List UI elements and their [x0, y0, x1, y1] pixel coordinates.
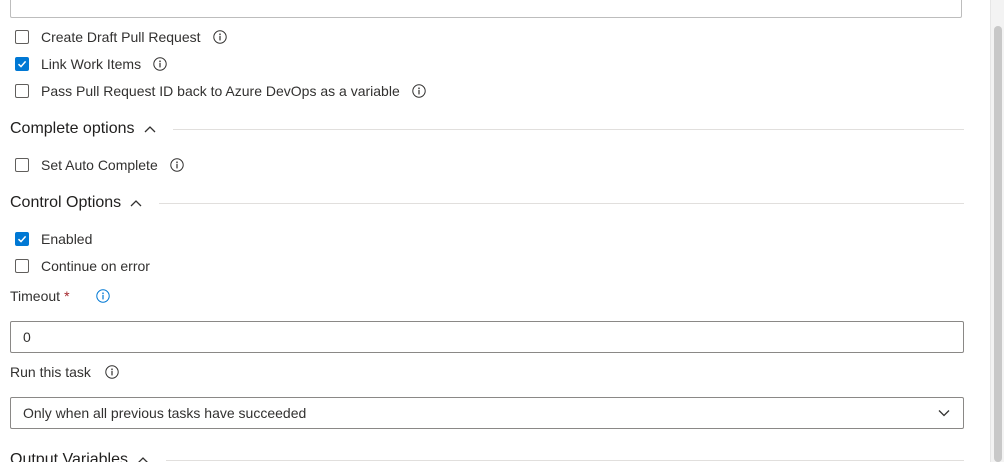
previous-field-input[interactable] — [10, 0, 962, 18]
pass-pr-id-checkbox[interactable] — [15, 84, 29, 98]
set-auto-complete-label: Set Auto Complete — [41, 157, 158, 173]
complete-options-title: Complete options — [10, 120, 135, 137]
run-this-task-label-row: Run this task — [10, 364, 119, 380]
control-options-title: Control Options — [10, 194, 122, 211]
complete-options-header[interactable]: Complete options — [10, 118, 964, 140]
timeout-label-row: Timeout * — [10, 288, 110, 304]
create-draft-pr-row[interactable]: Create Draft Pull Request — [15, 28, 227, 46]
create-draft-pr-checkbox[interactable] — [15, 30, 29, 44]
link-work-items-checkbox[interactable] — [15, 57, 29, 71]
chevron-up-icon[interactable] — [136, 453, 150, 462]
output-variables-title: Output Variables — [10, 451, 128, 462]
continue-on-error-checkbox[interactable] — [15, 259, 29, 273]
enabled-checkbox[interactable] — [15, 232, 29, 246]
link-work-items-label: Link Work Items — [41, 56, 142, 72]
chevron-up-icon[interactable] — [129, 196, 143, 210]
info-icon[interactable] — [212, 30, 227, 44]
enabled-label: Enabled — [41, 231, 93, 247]
output-variables-header[interactable]: Output Variables — [10, 449, 964, 462]
control-options-header[interactable]: Control Options — [10, 192, 964, 214]
timeout-label: Timeout — [10, 288, 61, 304]
section-divider — [166, 459, 964, 461]
task-settings-panel: Create Draft Pull Request Link Work Item… — [0, 0, 1004, 462]
scrollbar-thumb[interactable] — [994, 26, 1002, 462]
set-auto-complete-row[interactable]: Set Auto Complete — [15, 156, 184, 174]
info-icon[interactable] — [153, 57, 167, 71]
section-divider — [172, 128, 964, 130]
create-draft-pr-label: Create Draft Pull Request — [41, 29, 201, 45]
pass-pr-id-row[interactable]: Pass Pull Request ID back to Azure DevOp… — [15, 82, 426, 100]
info-icon[interactable] — [105, 365, 119, 379]
run-this-task-label: Run this task — [10, 364, 91, 380]
set-auto-complete-checkbox[interactable] — [15, 158, 29, 172]
vertical-scrollbar[interactable] — [990, 0, 1004, 462]
link-work-items-row[interactable]: Link Work Items — [15, 55, 167, 73]
chevron-down-icon — [938, 410, 950, 417]
info-icon[interactable] — [95, 289, 110, 303]
continue-on-error-label: Continue on error — [41, 258, 150, 274]
run-this-task-selected: Only when all previous tasks have succee… — [23, 405, 307, 421]
section-divider — [159, 202, 964, 204]
timeout-input[interactable] — [10, 321, 964, 353]
required-marker: * — [64, 288, 70, 304]
continue-on-error-row[interactable]: Continue on error — [15, 257, 150, 275]
chevron-up-icon[interactable] — [143, 122, 157, 136]
pass-pr-id-label: Pass Pull Request ID back to Azure DevOp… — [41, 83, 400, 99]
info-icon[interactable] — [412, 84, 426, 98]
run-this-task-dropdown[interactable]: Only when all previous tasks have succee… — [10, 397, 964, 429]
enabled-row[interactable]: Enabled — [15, 230, 92, 248]
info-icon[interactable] — [170, 158, 184, 172]
